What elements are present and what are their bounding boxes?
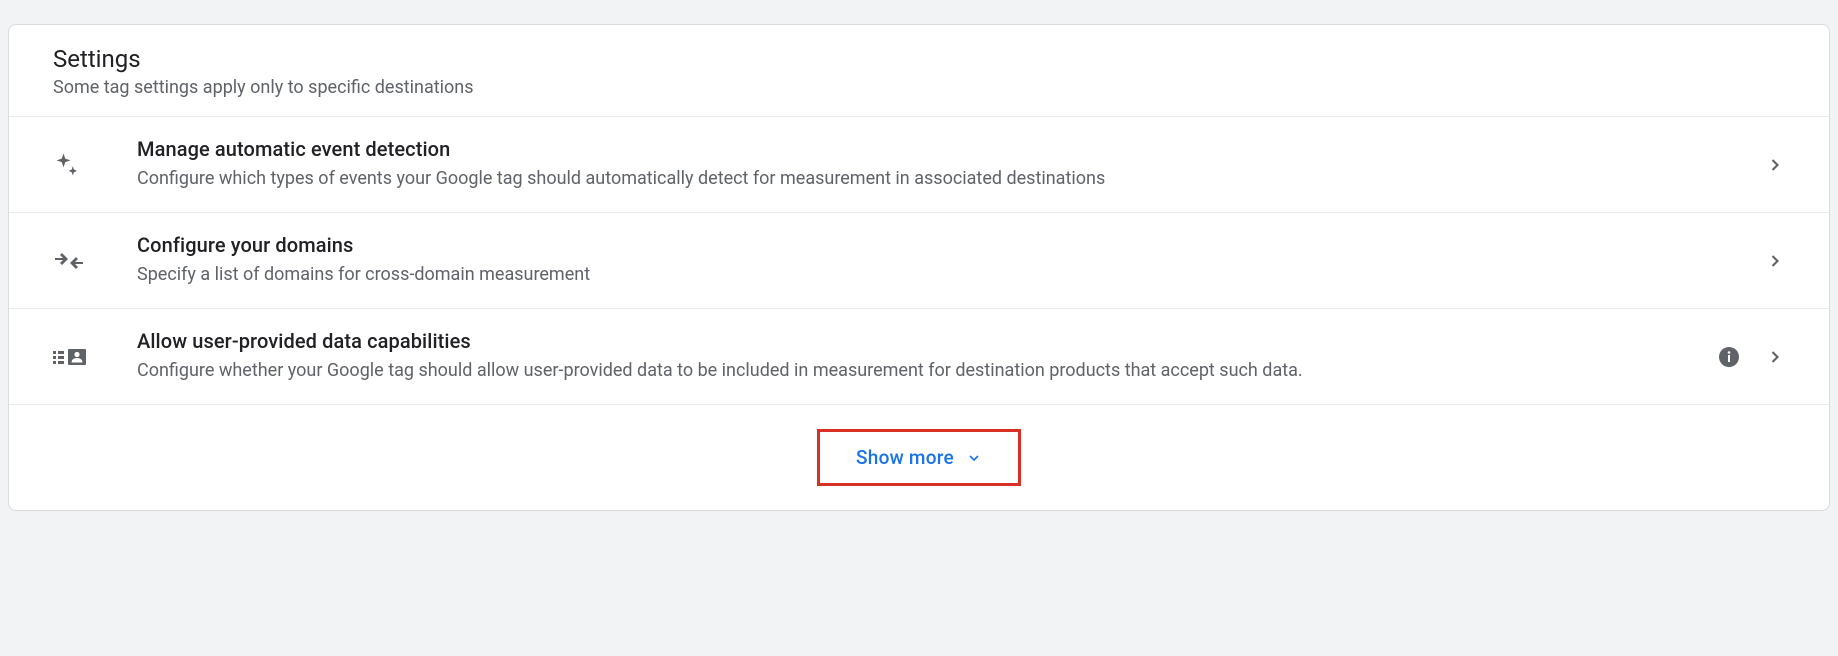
setting-title: Allow user-provided data capabilities (137, 329, 1697, 353)
setting-title: Configure your domains (137, 233, 1745, 257)
setting-row-event-detection[interactable]: Manage automatic event detection Configu… (9, 117, 1829, 213)
merge-arrows-icon (53, 249, 93, 273)
chevron-down-icon (966, 450, 982, 466)
settings-card: Settings Some tag settings apply only to… (8, 24, 1830, 511)
setting-description: Configure whether your Google tag should… (137, 357, 1697, 384)
setting-content: Manage automatic event detection Configu… (93, 137, 1765, 192)
setting-row-configure-domains[interactable]: Configure your domains Specify a list of… (9, 213, 1829, 309)
settings-title: Settings (53, 45, 1785, 73)
setting-trailing (1717, 345, 1785, 369)
show-more-button[interactable]: Show more (817, 429, 1021, 486)
show-more-label: Show more (856, 446, 954, 469)
user-data-icon (53, 347, 93, 367)
settings-subtitle: Some tag settings apply only to specific… (53, 77, 1785, 98)
chevron-right-icon (1765, 155, 1785, 175)
setting-description: Configure which types of events your Goo… (137, 165, 1745, 192)
info-icon[interactable] (1717, 345, 1741, 369)
chevron-right-icon (1765, 251, 1785, 271)
show-more-container: Show more (9, 405, 1829, 510)
setting-row-user-data[interactable]: Allow user-provided data capabilities Co… (9, 309, 1829, 405)
setting-content: Allow user-provided data capabilities Co… (93, 329, 1717, 384)
chevron-right-icon (1765, 347, 1785, 367)
setting-trailing (1765, 251, 1785, 271)
setting-title: Manage automatic event detection (137, 137, 1745, 161)
setting-description: Specify a list of domains for cross-doma… (137, 261, 1745, 288)
card-header: Settings Some tag settings apply only to… (9, 25, 1829, 117)
setting-trailing (1765, 155, 1785, 175)
setting-content: Configure your domains Specify a list of… (93, 233, 1765, 288)
sparkle-icon (53, 151, 93, 179)
